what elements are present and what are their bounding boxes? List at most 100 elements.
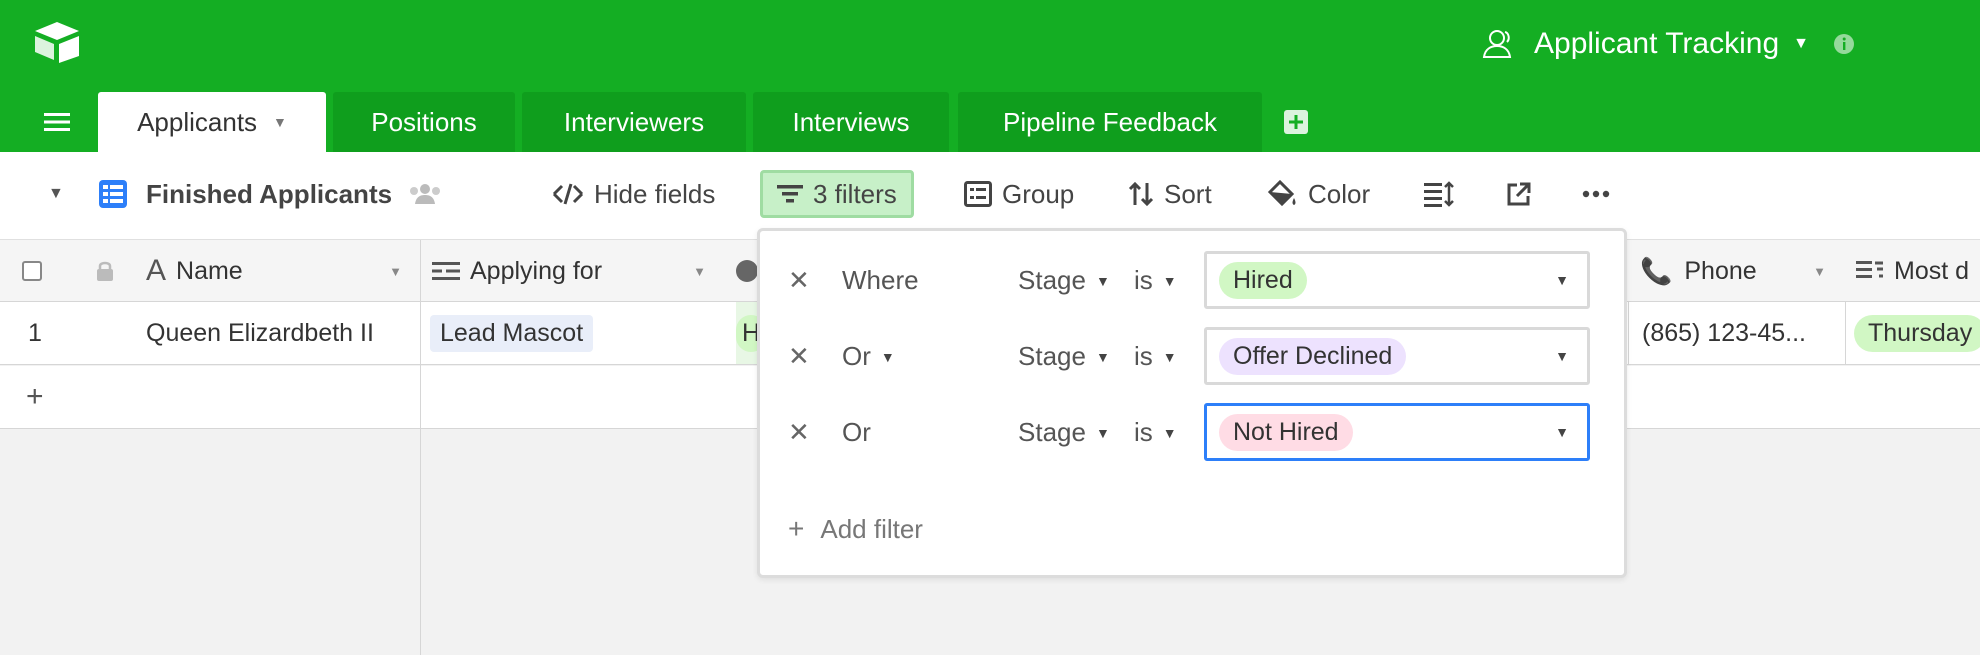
filter-field-select[interactable]: Stage ▼ — [1018, 417, 1110, 448]
plus-icon: + — [788, 513, 805, 544]
add-row-button[interactable]: + — [26, 366, 44, 428]
color-label: Color — [1308, 178, 1371, 209]
filters-button[interactable]: 3 filters — [760, 170, 914, 218]
chevron-down-icon: ▼ — [1555, 348, 1569, 364]
column-label: Most d — [1894, 256, 1970, 285]
chevron-down-icon: ▼ — [1162, 424, 1177, 441]
group-label: Group — [1002, 178, 1075, 209]
phone-icon: 📞 — [1640, 255, 1673, 286]
info-icon[interactable] — [1833, 33, 1855, 55]
tab-pipeline-feedback[interactable]: Pipeline Feedback — [958, 92, 1262, 152]
filter-row: ✕ Or ▼ Stage ▼ is ▼ Offer Declined ▼ — [760, 327, 1620, 385]
external-link-icon — [1507, 182, 1531, 206]
column-header-applying-for[interactable]: Applying for ▼ — [432, 240, 724, 302]
remove-filter-icon[interactable]: ✕ — [788, 265, 810, 296]
hide-fields-button[interactable]: Hide fields — [552, 170, 715, 218]
sort-icon — [1128, 181, 1154, 207]
row-number: 1 — [28, 318, 42, 347]
filter-field-select[interactable]: Stage ▼ — [1018, 341, 1110, 372]
linked-record-chip[interactable]: Lead Mascot — [430, 314, 594, 352]
add-table-icon[interactable] — [1284, 110, 1308, 134]
rollup-field-icon — [1856, 261, 1883, 278]
lock-icon — [96, 240, 114, 302]
chevron-down-icon[interactable]: ▼ — [693, 264, 706, 279]
chevron-down-icon: ▼ — [1162, 348, 1177, 365]
sort-button[interactable]: Sort — [1128, 170, 1212, 218]
chevron-down-icon[interactable]: ▼ — [1813, 264, 1826, 279]
more-options-button[interactable] — [1582, 170, 1620, 218]
hamburger-menu-icon[interactable] — [44, 112, 70, 132]
chevron-down-icon[interactable]: ▼ — [389, 264, 402, 279]
paint-bucket-icon — [1267, 180, 1296, 207]
add-filter-label: Add filter — [820, 513, 923, 544]
view-name-area[interactable]: Finished Applicants — [98, 170, 452, 218]
column-label: Phone — [1684, 256, 1757, 285]
base-title[interactable]: Applicant Tracking ▼ — [1482, 24, 1855, 64]
filter-operator-select[interactable]: is ▼ — [1134, 417, 1177, 448]
select-all-checkbox[interactable] — [22, 240, 42, 302]
filter-value-select[interactable]: Hired ▼ — [1204, 251, 1590, 309]
remove-filter-icon[interactable]: ✕ — [788, 341, 810, 372]
column-label: Applying for — [470, 256, 603, 285]
date-pill: Thursday — [1854, 314, 1980, 352]
chevron-down-icon[interactable]: ▼ — [273, 114, 287, 130]
filter-field-select[interactable]: Stage ▼ — [1018, 265, 1110, 296]
chevron-down-icon: ▼ — [880, 348, 895, 365]
group-button[interactable]: Group — [964, 170, 1074, 218]
tab-applicants[interactable]: Applicants ▼ — [98, 92, 326, 152]
column-divider — [1628, 302, 1629, 364]
filter-value-select[interactable]: Not Hired ▼ — [1204, 403, 1590, 461]
view-name: Finished Applicants — [146, 178, 393, 209]
filter-operator-label: is — [1134, 417, 1153, 447]
filter-operator-select[interactable]: is ▼ — [1134, 341, 1177, 372]
filter-conjunction: Where — [842, 265, 919, 295]
column-label: Name — [176, 256, 243, 285]
filter-value-pill: Offer Declined — [1219, 337, 1407, 375]
tab-positions[interactable]: Positions — [333, 92, 515, 152]
base-title-text: Applicant Tracking — [1534, 27, 1780, 60]
hide-fields-icon — [552, 183, 584, 205]
tab-interviews[interactable]: Interviews — [753, 92, 949, 152]
filter-field-label: Stage — [1018, 341, 1086, 371]
color-button[interactable]: Color — [1266, 170, 1370, 218]
chevron-down-icon: ▼ — [1095, 272, 1110, 289]
user-icon — [1482, 30, 1512, 58]
column-header-name[interactable]: A Name ▼ — [146, 240, 420, 302]
filter-icon — [777, 185, 803, 203]
tab-label: Positions — [371, 106, 477, 137]
cell-name[interactable]: Queen Elizardbeth II — [146, 302, 374, 364]
sort-label: Sort — [1164, 178, 1212, 209]
filter-field-label: Stage — [1018, 417, 1086, 447]
text-field-icon: A — [146, 254, 167, 287]
chevron-down-icon: ▼ — [48, 185, 64, 202]
cell-applying-for[interactable]: Lead Mascot — [430, 302, 724, 364]
share-view-button[interactable] — [1506, 170, 1542, 218]
column-header-phone[interactable]: 📞 Phone ▼ — [1640, 240, 1844, 302]
filter-value-pill: Hired — [1219, 261, 1307, 299]
ellipsis-icon — [1582, 190, 1610, 198]
filter-conjunction: Or — [842, 417, 871, 447]
chevron-down-icon: ▼ — [1555, 272, 1569, 288]
tab-label: Interviewers — [563, 106, 705, 137]
add-filter-button[interactable]: + Add filter — [788, 513, 923, 545]
chevron-down-icon[interactable]: ▼ — [1793, 35, 1809, 53]
filter-conjunction-select[interactable]: Or ▼ — [842, 341, 895, 372]
cell-most-recent[interactable]: Thursday — [1854, 302, 1980, 364]
tab-interviewers[interactable]: Interviewers — [522, 92, 746, 152]
filter-row: ✕ Or Stage ▼ is ▼ Not Hired ▼ — [760, 403, 1620, 461]
view-switcher-toggle[interactable]: ▼ — [48, 170, 64, 218]
filter-value-select[interactable]: Offer Declined ▼ — [1204, 327, 1590, 385]
tab-label: Interviews — [792, 106, 910, 137]
filters-label: 3 filters — [813, 178, 897, 209]
row-height-icon — [1424, 181, 1454, 207]
filter-operator-select[interactable]: is ▼ — [1134, 265, 1177, 296]
chevron-down-icon: ▼ — [1095, 424, 1110, 441]
cell-phone[interactable]: (865) 123-45... — [1642, 302, 1842, 364]
collaborative-view-icon — [410, 184, 441, 204]
cell-stage[interactable]: H — [736, 302, 767, 364]
airtable-logo-icon[interactable] — [32, 20, 82, 64]
row-height-button[interactable] — [1424, 170, 1464, 218]
filter-conjunction: Or — [842, 341, 871, 371]
remove-filter-icon[interactable]: ✕ — [788, 417, 810, 448]
column-header-most-recent[interactable]: Most d — [1856, 240, 1980, 302]
